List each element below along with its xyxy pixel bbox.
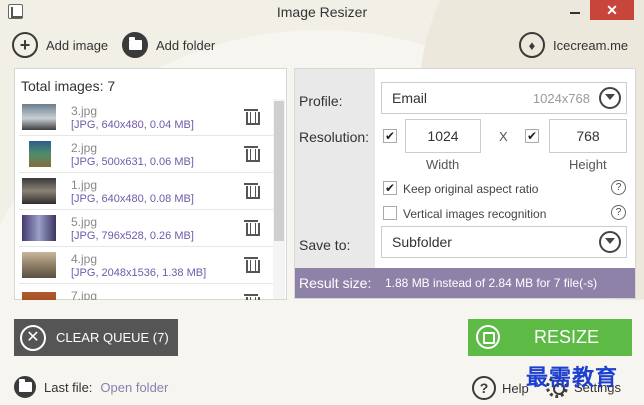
- thumbnail-image: [22, 104, 56, 130]
- profile-select[interactable]: Email 1024x768: [381, 82, 627, 114]
- thumbnail-image: [22, 292, 56, 300]
- folder-icon: [14, 376, 36, 398]
- trash-icon[interactable]: [244, 294, 260, 300]
- list-scrollbar[interactable]: [273, 99, 285, 299]
- file-name: 1.jpg: [71, 178, 98, 192]
- height-checkbox[interactable]: ✔: [525, 129, 539, 143]
- list-item[interactable]: 1.jpg [JPG, 640x480, 0.08 MB]: [19, 173, 273, 210]
- profile-label: Profile:: [299, 93, 343, 109]
- icecream-logo-icon: ♦: [519, 32, 545, 58]
- image-list: 3.jpg [JPG, 640x480, 0.04 MB] 2.jpg [JPG…: [19, 99, 273, 300]
- result-label: Result size:: [299, 275, 372, 291]
- resize-icon: [476, 325, 500, 349]
- list-item[interactable]: 7.jpg: [19, 284, 273, 300]
- list-item[interactable]: 3.jpg [JPG, 640x480, 0.04 MB]: [19, 99, 273, 136]
- save-to-label: Save to:: [299, 237, 351, 253]
- file-info: [JPG, 2048x1536, 1.38 MB]: [71, 267, 207, 279]
- icecream-label: Icecream.me: [553, 37, 629, 53]
- help-icon[interactable]: ?: [611, 180, 626, 195]
- height-input[interactable]: 768: [549, 119, 627, 153]
- trash-icon[interactable]: [244, 257, 260, 273]
- resize-button[interactable]: RESIZE: [468, 319, 632, 356]
- resize-label: RESIZE: [534, 327, 600, 347]
- scrollbar-thumb[interactable]: [274, 101, 284, 241]
- title-bar: Image Resizer ✕: [0, 0, 644, 24]
- file-info: [JPG, 640x480, 0.04 MB]: [71, 119, 194, 131]
- profile-value: Email: [392, 90, 428, 106]
- help-label: Help: [502, 380, 529, 396]
- trash-icon[interactable]: [244, 146, 260, 162]
- icecream-link[interactable]: ♦ Icecream.me: [519, 32, 628, 58]
- list-item[interactable]: 2.jpg [JPG, 500x631, 0.06 MB]: [19, 136, 273, 173]
- settings-panel: Profile: Email 1024x768 Resolution: ✔ 10…: [294, 68, 636, 299]
- file-name: 7.jpg: [71, 289, 98, 300]
- clear-queue-button[interactable]: ✕ CLEAR QUEUE (7): [14, 319, 178, 356]
- thumbnail-image: [22, 252, 56, 278]
- add-image-label: Add image: [46, 37, 109, 53]
- close-icon: ✕: [20, 324, 46, 351]
- total-images: Total images: 7: [21, 78, 116, 94]
- keep-aspect-label: Keep original aspect ratio: [403, 182, 539, 196]
- result-bar: Result size: 1.88 MB instead of 2.84 MB …: [295, 268, 635, 298]
- thumbnail-image: [29, 141, 51, 167]
- chevron-down-icon[interactable]: [599, 231, 621, 253]
- trash-icon[interactable]: [244, 109, 260, 125]
- open-folder-link[interactable]: Open folder: [100, 380, 168, 395]
- profile-dimensions: 1024x768: [532, 91, 590, 106]
- add-folder-label: Add folder: [156, 37, 216, 53]
- vertical-recognition-checkbox[interactable]: [383, 206, 397, 220]
- file-name: 3.jpg: [71, 104, 98, 118]
- file-info: [JPG, 640x480, 0.08 MB]: [71, 193, 194, 205]
- help-icon: ?: [472, 376, 496, 400]
- thumbnail-image: [22, 178, 56, 204]
- last-file-label: Last file:: [44, 379, 93, 395]
- minimize-button[interactable]: [560, 0, 588, 22]
- trash-icon[interactable]: [244, 220, 260, 236]
- add-image-button[interactable]: + Add image: [12, 32, 108, 58]
- chevron-down-icon[interactable]: [599, 87, 621, 109]
- save-to-value: Subfolder: [392, 234, 452, 250]
- width-input[interactable]: 1024: [405, 119, 481, 153]
- file-name: 2.jpg: [71, 141, 98, 155]
- folder-icon: [122, 32, 148, 58]
- plus-icon: +: [12, 32, 38, 58]
- vertical-recognition-label: Vertical images recognition: [403, 207, 547, 221]
- help-button[interactable]: ? Help: [472, 376, 529, 400]
- clear-queue-label: CLEAR QUEUE (7): [56, 330, 169, 345]
- width-caption: Width: [426, 157, 460, 172]
- result-text: 1.88 MB instead of 2.84 MB for 7 file(-s…: [385, 276, 598, 290]
- watermark-text: 最需教育: [526, 366, 619, 391]
- keep-aspect-checkbox[interactable]: ✔: [383, 181, 397, 195]
- height-caption: Height: [569, 157, 607, 172]
- width-checkbox[interactable]: ✔: [383, 129, 397, 143]
- list-item[interactable]: 4.jpg [JPG, 2048x1536, 1.38 MB]: [19, 247, 273, 284]
- list-item[interactable]: 5.jpg [JPG, 796x528, 0.26 MB]: [19, 210, 273, 247]
- window-title: Image Resizer: [276, 4, 368, 20]
- thumbnail-image: [22, 215, 56, 241]
- last-file: Last file: Open folder: [14, 376, 168, 398]
- add-folder-button[interactable]: Add folder: [122, 32, 215, 58]
- close-button[interactable]: ✕: [590, 0, 634, 20]
- save-to-select[interactable]: Subfolder: [381, 226, 627, 258]
- file-name: 4.jpg: [71, 252, 98, 266]
- resolution-label: Resolution:: [299, 129, 370, 145]
- file-info: [JPG, 796x528, 0.26 MB]: [71, 230, 194, 242]
- image-list-panel: Total images: 7 3.jpg [JPG, 640x480, 0.0…: [14, 68, 287, 300]
- trash-icon[interactable]: [244, 183, 260, 199]
- help-icon[interactable]: ?: [611, 205, 626, 220]
- x-separator: X: [499, 129, 508, 144]
- file-name: 5.jpg: [71, 215, 98, 229]
- file-info: [JPG, 500x631, 0.06 MB]: [71, 156, 194, 168]
